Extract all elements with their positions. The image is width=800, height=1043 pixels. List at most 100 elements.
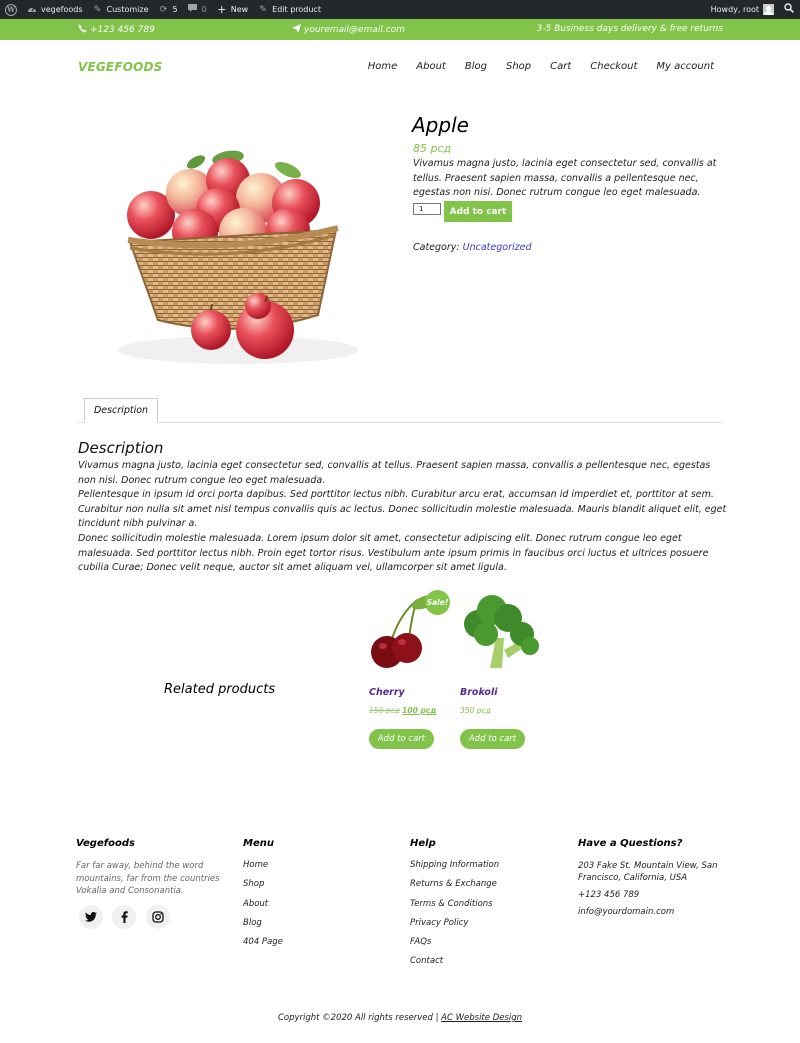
product-image[interactable] [78, 110, 390, 380]
related-product-cherry: Sale! Cherry 150 рсд 100 рсд Add to cart [369, 590, 450, 749]
site-name-menu[interactable]: vegefoods [22, 0, 88, 19]
footer-contact-heading: Have a Questions? [578, 838, 683, 849]
description-paragraph: Donec sollicitudin molestie malesuada. L… [78, 532, 709, 574]
search-icon [784, 3, 794, 16]
site-name: vegefoods [41, 5, 83, 14]
phone-info: +123 456 789 [78, 24, 155, 36]
comment-icon [188, 3, 198, 16]
top-info-strip: +123 456 789 youremail@email.com 3-5 Bus… [0, 19, 800, 40]
footer-address: 203 Fake St. Mountain View, San Francisc… [578, 861, 718, 883]
footer-help-shipping[interactable]: Shipping Information [410, 860, 499, 879]
brush-icon: ✎ [93, 4, 102, 15]
description-body: Vivamus magna justo, lacinia eget consec… [78, 459, 728, 576]
admin-search[interactable] [779, 0, 800, 19]
related-product-brokoli: Brokoli 350 рсд Add to cart [460, 590, 540, 749]
footer-help-privacy[interactable]: Privacy Policy [410, 918, 499, 937]
related-products-heading: Related products [164, 682, 276, 697]
email-text: youremail@email.com [304, 25, 405, 35]
product-name[interactable]: Brokoli [460, 687, 497, 698]
paper-plane-icon [292, 24, 301, 36]
customize-label: Customize [106, 5, 149, 14]
brokoli-image[interactable] [460, 590, 540, 672]
nav-about[interactable]: About [416, 61, 446, 72]
footer-brand: Vegefoods [76, 838, 135, 849]
footer-help-terms[interactable]: Terms & Conditions [410, 899, 499, 918]
old-price: 150 рсд [369, 706, 400, 715]
footer-menu-column: Menu Home Shop About Blog 404 Page [243, 838, 283, 956]
customize-link[interactable]: ✎ Customize [88, 0, 154, 19]
footer-about-text: Far far away, behind the word mountains,… [76, 861, 220, 896]
delivery-text: 3-5 Business days delivery & free return… [536, 24, 723, 34]
description-paragraph: Vivamus magna justo, lacinia eget consec… [78, 460, 711, 486]
footer-help-returns[interactable]: Returns & Exchange [410, 879, 499, 898]
product-price: 150 рсд 100 рсд [369, 706, 436, 715]
category-label: Category: [413, 242, 460, 253]
footer-about-column: Vegefoods Far far away, behind the word … [76, 838, 231, 898]
new-label: New [230, 5, 249, 14]
main-nav: Home About Blog Shop Cart Checkout My ac… [368, 61, 714, 72]
add-to-cart-button[interactable]: Add to cart [369, 729, 434, 749]
wordpress-icon: W [5, 3, 17, 16]
greeting: Howdy, root [710, 5, 759, 14]
wp-logo-menu[interactable]: W [0, 0, 22, 19]
footer-menu-shop[interactable]: Shop [243, 879, 283, 898]
updates-link[interactable]: ⟳ 5 [154, 0, 183, 19]
sale-price: 100 рсд [402, 706, 437, 715]
nav-cart[interactable]: Cart [550, 61, 571, 72]
delivery-info: 3-5 Business days delivery & free return… [537, 24, 723, 34]
category-link[interactable]: Uncategorized [463, 242, 532, 253]
site-logo[interactable]: VEGEFOODS [78, 60, 163, 74]
twitter-icon[interactable] [79, 905, 103, 929]
instagram-icon[interactable] [146, 905, 170, 929]
edit-product-link[interactable]: ✎ Edit product [253, 0, 326, 19]
edit-icon: ✎ [259, 4, 267, 15]
description-heading: Description [78, 439, 164, 457]
footer-help-faqs[interactable]: FAQs [410, 937, 499, 956]
nav-home[interactable]: Home [368, 61, 398, 72]
avatar [763, 4, 774, 15]
footer-menu-heading: Menu [243, 838, 274, 849]
copyright: Copyright ©2020 All rights reserved | AC… [0, 1013, 800, 1023]
nav-blog[interactable]: Blog [465, 61, 487, 72]
comments-link[interactable]: 0 [183, 0, 212, 19]
footer-help-column: Help Shipping Information Returns & Exch… [410, 838, 499, 976]
tab-description[interactable]: Description [84, 398, 158, 423]
new-content-menu[interactable]: + New [212, 0, 253, 19]
sale-badge: Sale! [425, 590, 450, 615]
facebook-icon[interactable] [112, 905, 136, 929]
product-price: 85 рсд [413, 142, 452, 155]
product-price: 350 рсд [460, 706, 491, 715]
email-info: youremail@email.com [292, 24, 405, 36]
quantity-input[interactable]: 1 [413, 203, 441, 215]
admin-bar: W vegefoods ✎ Customize ⟳ 5 0 + New ✎ Ed… [0, 0, 800, 19]
product-title: Apple [412, 113, 469, 137]
footer-help-contact[interactable]: Contact [410, 956, 499, 975]
add-to-cart-button[interactable]: Add to cart [460, 729, 525, 749]
copyright-link[interactable]: AC Website Design [441, 1013, 522, 1023]
nav-checkout[interactable]: Checkout [590, 61, 637, 72]
account-menu[interactable]: Howdy, root [706, 0, 779, 19]
footer-phone[interactable]: +123 456 789 [578, 889, 723, 901]
updates-icon: ⟳ [159, 4, 168, 15]
add-to-cart-button[interactable]: Add to cart [444, 201, 512, 222]
nav-my-account[interactable]: My account [656, 61, 714, 72]
edit-label: Edit product [272, 5, 321, 14]
copyright-text: Copyright ©2020 All rights reserved | [277, 1013, 442, 1023]
dashboard-icon [27, 4, 37, 16]
footer-menu-blog[interactable]: Blog [243, 918, 283, 937]
product-name[interactable]: Cherry [369, 687, 405, 698]
footer-menu-404[interactable]: 404 Page [243, 937, 283, 956]
cherry-image[interactable]: Sale! [369, 590, 450, 672]
comments-count: 0 [201, 5, 207, 14]
plus-icon: + [217, 3, 227, 16]
product-short-description: Vivamus magna justo, lacinia eget consec… [413, 158, 717, 198]
footer-email[interactable]: info@yourdomain.com [578, 906, 723, 918]
footer-menu-home[interactable]: Home [243, 860, 283, 879]
footer-menu-about[interactable]: About [243, 899, 283, 918]
phone-icon [78, 24, 87, 36]
footer-contact-column: Have a Questions? 203 Fake St. Mountain … [578, 838, 723, 923]
footer-help-heading: Help [410, 838, 436, 849]
updates-count: 5 [172, 5, 178, 14]
tabs-divider [78, 422, 722, 423]
nav-shop[interactable]: Shop [506, 61, 531, 72]
